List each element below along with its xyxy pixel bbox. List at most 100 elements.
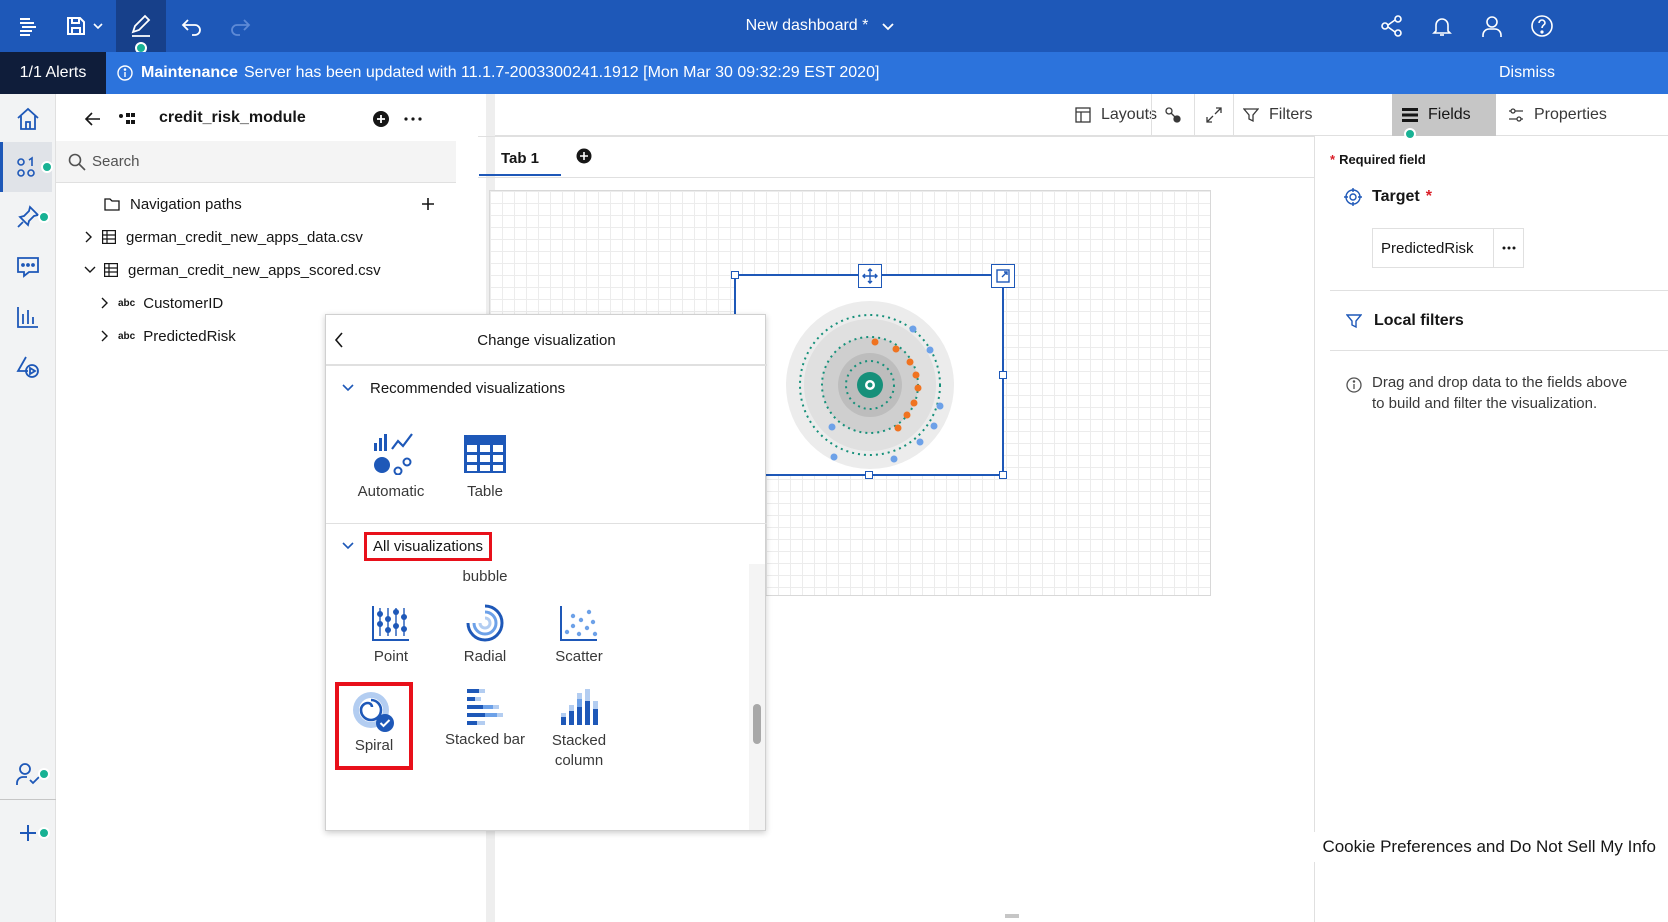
move-handle[interactable] [858, 264, 882, 288]
widget-expand-handle[interactable] [991, 264, 1015, 288]
viz-automatic[interactable]: Automatic [343, 433, 439, 500]
divider [1233, 94, 1234, 136]
abc-icon: abc [118, 330, 136, 342]
viz-stacked-column[interactable]: Stacked column [531, 687, 627, 771]
tree-item-predictedrisk[interactable]: abc PredictedRisk [100, 320, 236, 352]
viz-scatter[interactable]: Scatter [531, 604, 627, 665]
viz-scrollbar[interactable] [749, 564, 765, 830]
alert-bar: 1/1 Alerts Maintenance Server has been u… [0, 52, 1668, 94]
overflow-menu-icon [1502, 246, 1515, 250]
folder-icon [104, 198, 120, 211]
pin-button[interactable] [0, 192, 56, 242]
table-icon [104, 263, 118, 277]
plus-icon[interactable] [422, 198, 434, 210]
recommended-label: Recommended visualizations [370, 379, 566, 397]
info-icon [1346, 377, 1362, 393]
scrollbar-thumb[interactable] [753, 704, 761, 744]
search-input[interactable]: Search [56, 141, 456, 183]
viz-label: Point [373, 648, 409, 665]
resize-handle[interactable] [865, 471, 873, 479]
save-button[interactable] [56, 0, 112, 52]
visualizations-button[interactable] [0, 292, 56, 342]
help-button[interactable] [1518, 0, 1566, 52]
tab-1[interactable]: Tab 1 [479, 142, 561, 176]
required-label: Required field [1339, 152, 1426, 167]
divider [1314, 136, 1315, 922]
properties-label: Properties [1534, 106, 1607, 123]
module-name: credit_risk_module [159, 109, 306, 126]
move-icon [862, 268, 878, 284]
user-button[interactable] [1468, 0, 1516, 52]
alert-count[interactable]: 1/1 Alerts [0, 52, 106, 94]
plus-icon [20, 825, 36, 841]
comments-button[interactable] [0, 242, 56, 292]
widgets-button[interactable] [0, 342, 56, 392]
data-sources-button[interactable] [0, 142, 53, 192]
viz-label: Spiral [354, 737, 394, 754]
overflow-menu-icon[interactable] [404, 117, 422, 121]
resize-handle[interactable] [731, 271, 739, 279]
search-icon [68, 153, 86, 171]
search-placeholder: Search [92, 153, 140, 170]
share-button[interactable] [1368, 0, 1416, 52]
target-slot[interactable]: PredictedRisk [1372, 228, 1494, 268]
redo-button[interactable] [216, 0, 264, 52]
module-icon [119, 113, 135, 124]
viz-label: Scatter [555, 648, 603, 665]
cookie-preferences-link[interactable]: Cookie Preferences and Do Not Sell My In… [1218, 832, 1668, 862]
chevron-right-icon [101, 297, 108, 309]
target-field: Target * [1344, 188, 1432, 206]
add-circle-icon[interactable] [372, 110, 390, 128]
tree-item-label: PredictedRisk [143, 327, 236, 345]
chevron-down-icon [342, 542, 354, 550]
layouts-button[interactable]: Layouts [1075, 94, 1157, 136]
local-filters-label: Local filters [1374, 312, 1464, 329]
viz-stacked-bar[interactable]: Stacked bar [437, 687, 533, 748]
filter-icon [1346, 314, 1362, 329]
add-button[interactable] [0, 808, 56, 858]
redo-icon [231, 19, 251, 36]
divider [326, 364, 767, 366]
expand-button[interactable] [1195, 94, 1233, 136]
divider [326, 523, 767, 524]
resize-handle[interactable] [999, 371, 1007, 379]
filter-icon [1243, 108, 1259, 123]
layouts-label: Layouts [1101, 106, 1158, 123]
point-icon [372, 606, 409, 641]
chevron-down-icon [342, 384, 354, 392]
dismiss-button[interactable]: Dismiss [1499, 64, 1555, 82]
tab-fields[interactable]: Fields [1392, 94, 1496, 140]
undo-button[interactable] [168, 0, 216, 52]
collaborators-button[interactable] [0, 749, 56, 799]
popover-title: Change visualization [477, 331, 616, 349]
menu-button[interactable] [4, 0, 52, 52]
tree-item-customerid[interactable]: abc CustomerID [100, 287, 223, 319]
tree-item-navigation-paths[interactable]: Navigation paths [104, 188, 434, 220]
viz-spiral[interactable]: Spiral [335, 682, 413, 770]
viz-point[interactable]: Point [343, 604, 439, 665]
dashboard-title-menu[interactable]: New dashboard * [700, 0, 940, 52]
pencil-icon [131, 14, 151, 37]
viz-radial[interactable]: Radial [437, 604, 533, 665]
tree-item-apps-data[interactable]: german_credit_new_apps_data.csv [84, 221, 363, 253]
divider [0, 799, 56, 800]
tab-properties[interactable]: Properties [1508, 94, 1607, 136]
tree-item-apps-scored[interactable]: german_credit_new_apps_scored.csv [84, 254, 381, 286]
divider [1330, 350, 1668, 351]
recommended-section-header[interactable]: Recommended visualizations [342, 373, 565, 403]
connection-button[interactable] [1152, 94, 1194, 136]
all-viz-section-header[interactable]: All visualizations [342, 531, 493, 561]
edit-button[interactable] [116, 0, 166, 54]
target-menu-button[interactable] [1494, 228, 1524, 268]
chevron-down-icon [84, 266, 96, 273]
resize-handle[interactable] [999, 471, 1007, 479]
local-filters[interactable]: Local filters [1346, 312, 1464, 330]
scroll-indicator[interactable] [1005, 914, 1019, 918]
filters-button[interactable]: Filters [1243, 94, 1313, 136]
notifications-button[interactable] [1418, 0, 1466, 52]
add-tab-icon[interactable] [576, 148, 592, 164]
back-arrow-icon[interactable] [84, 110, 102, 128]
spiral-widget[interactable] [731, 264, 1015, 479]
home-button[interactable] [0, 94, 56, 144]
viz-table[interactable]: Table [437, 433, 533, 500]
